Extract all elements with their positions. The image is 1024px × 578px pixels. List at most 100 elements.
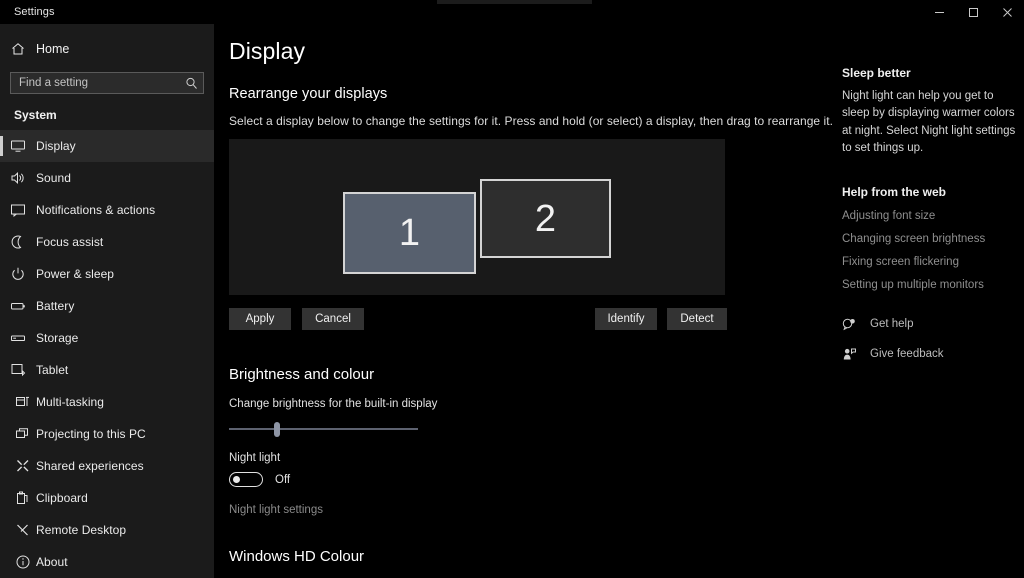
main-content: Display Rearrange your displays Select a…	[214, 24, 834, 578]
help-link[interactable]: Setting up multiple monitors	[842, 279, 1024, 291]
sidebar-item-label: About	[36, 555, 68, 569]
sidebar-item-power-sleep[interactable]: Power & sleep	[0, 258, 214, 290]
speaker-icon	[10, 170, 36, 186]
right-panel-actions: Get help Give feedback	[842, 317, 1024, 362]
sidebar-item-multitasking[interactable]: Multi-tasking	[0, 386, 214, 418]
sidebar-item-shared-experiences[interactable]: Shared experiences	[0, 450, 214, 482]
sidebar-item-label: Storage	[36, 331, 79, 345]
power-icon	[10, 266, 36, 282]
sleep-better-heading: Sleep better	[842, 66, 911, 80]
night-light-label: Night light	[229, 452, 281, 464]
rearrange-heading: Rearrange your displays	[229, 86, 388, 102]
sleep-better-body: Night light can help you get to sleep by…	[842, 90, 1016, 155]
sidebar-item-remote-desktop[interactable]: Remote Desktop	[0, 514, 214, 546]
night-light-state: Off	[275, 473, 291, 486]
night-light-toggle[interactable]	[229, 472, 263, 487]
help-link[interactable]: Fixing screen flickering	[842, 256, 1024, 268]
brightness-slider[interactable]	[229, 420, 418, 438]
maximize-button[interactable]	[956, 0, 990, 24]
settings-window: Settings Home Find a setting System Disp…	[0, 0, 1024, 578]
night-light-toggle-row: Off	[229, 472, 834, 487]
display-monitor-1[interactable]: 1	[343, 192, 476, 274]
sidebar-item-label: Focus assist	[36, 235, 104, 249]
sidebar-nav-list: Display Sound Notifications & actions Fo…	[0, 130, 214, 578]
detect-button[interactable]: Detect	[667, 308, 727, 330]
search-icon[interactable]	[179, 77, 203, 90]
sidebar-item-label: Tablet	[36, 363, 69, 377]
remote-desktop-icon	[17, 524, 28, 536]
search-input[interactable]	[11, 77, 179, 89]
title-bar: Settings	[0, 0, 1024, 24]
sidebar-item-focus-assist[interactable]: Focus assist	[0, 226, 214, 258]
sidebar-group-title: System	[14, 108, 57, 122]
sidebar-item-battery[interactable]: Battery	[0, 290, 214, 322]
sidebar-item-label: Power & sleep	[36, 267, 115, 281]
tablet-icon	[10, 362, 36, 378]
cancel-button[interactable]: Cancel	[302, 308, 364, 330]
sidebar-item-label: Clipboard	[36, 491, 88, 505]
sidebar-item-storage[interactable]: Storage	[0, 322, 214, 354]
toggle-knob	[233, 476, 240, 483]
search-box[interactable]	[10, 72, 204, 94]
sidebar-item-label: Projecting to this PC	[36, 427, 146, 441]
sidebar-item-about[interactable]: About	[0, 546, 214, 578]
sidebar: Home System Display Soun	[0, 24, 214, 578]
sidebar-item-label: Display	[36, 139, 76, 153]
window-title: Settings	[14, 6, 55, 18]
sidebar-item-display[interactable]: Display	[0, 130, 214, 162]
slider-track	[229, 428, 418, 430]
brightness-heading: Brightness and colour	[229, 366, 375, 383]
clipboard-icon	[17, 491, 28, 504]
display-number: 2	[534, 197, 557, 240]
give-feedback-icon	[842, 347, 864, 362]
sidebar-item-projecting[interactable]: Projecting to this PC	[0, 418, 214, 450]
monitor-icon	[10, 138, 36, 154]
close-button[interactable]	[990, 0, 1024, 24]
sidebar-item-tablet[interactable]: Tablet	[0, 354, 214, 386]
display-monitor-2[interactable]: 2	[480, 179, 611, 258]
projecting-icon	[16, 428, 28, 438]
search-container	[0, 64, 214, 94]
sidebar-item-label: Shared experiences	[36, 459, 144, 473]
brightness-slider-label: Change brightness for the built-in displ…	[229, 398, 438, 410]
storage-icon	[10, 330, 36, 346]
sidebar-item-clipboard[interactable]: Clipboard	[0, 482, 214, 514]
get-help-label: Get help	[870, 318, 914, 331]
get-help-icon	[842, 317, 864, 332]
share-icon	[17, 460, 29, 472]
sidebar-item-label: Sound	[36, 171, 71, 185]
sidebar-item-sound[interactable]: Sound	[0, 162, 214, 194]
sidebar-item-home[interactable]: Home	[0, 34, 214, 64]
help-from-web-heading: Help from the web	[842, 184, 947, 199]
moon-icon	[10, 234, 36, 250]
sidebar-item-label: Notifications & actions	[36, 203, 156, 217]
help-link[interactable]: Adjusting font size	[842, 210, 1024, 222]
night-light-settings-link[interactable]: Night light settings	[229, 504, 834, 516]
display-number: 1	[398, 212, 421, 254]
notification-icon	[10, 202, 36, 218]
get-help-action[interactable]: Get help	[842, 317, 1024, 332]
identify-button[interactable]: Identify	[595, 308, 657, 330]
page-title: Display	[229, 38, 306, 64]
apply-button[interactable]: Apply	[229, 308, 291, 330]
rearrange-description: Select a display below to change the set…	[229, 114, 834, 128]
hd-colour-heading: Windows HD Colour	[229, 548, 365, 565]
sidebar-item-label: Battery	[36, 299, 75, 313]
home-label: Home	[36, 42, 70, 56]
battery-icon	[10, 298, 36, 314]
home-icon	[10, 41, 36, 57]
sidebar-item-label: Multi-tasking	[36, 395, 105, 409]
info-icon	[16, 555, 30, 569]
slider-thumb[interactable]	[274, 422, 280, 437]
right-panel: Sleep better Night light can help you ge…	[842, 24, 1024, 578]
title-bar-strip	[437, 0, 592, 4]
sidebar-item-notifications[interactable]: Notifications & actions	[0, 194, 214, 226]
help-link[interactable]: Changing screen brightness	[842, 233, 1024, 245]
display-arrangement-canvas[interactable]: 2 1	[229, 139, 725, 295]
window-controls	[922, 0, 1024, 24]
minimize-button[interactable]	[922, 0, 956, 24]
display-actions: Apply Cancel Identify Detect	[229, 308, 727, 330]
give-feedback-action[interactable]: Give feedback	[842, 347, 1024, 362]
give-feedback-label: Give feedback	[870, 348, 944, 361]
sidebar-item-label: Remote Desktop	[36, 523, 127, 537]
